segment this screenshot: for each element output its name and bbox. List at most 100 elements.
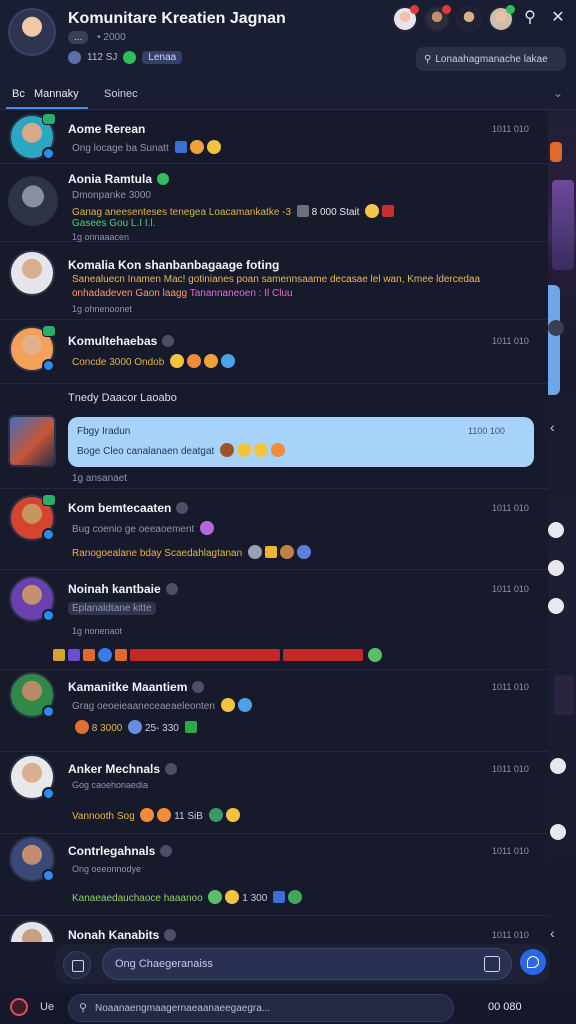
sender-name[interactable]: Komultehaebas: [68, 334, 175, 348]
sender-name[interactable]: Contrlegahnals: [68, 844, 173, 858]
avatar[interactable]: [9, 113, 56, 160]
group-avatar[interactable]: [8, 8, 56, 56]
emoji-icon: [140, 808, 155, 822]
side-thumb: [552, 180, 574, 270]
side-icon[interactable]: [550, 824, 566, 840]
search-icon[interactable]: ⚲: [520, 8, 540, 28]
search-icon: ⚲: [79, 1002, 88, 1014]
message-time: 1011 010: [492, 584, 529, 594]
emoji-icon: [237, 698, 252, 712]
highlight-bar: [282, 649, 363, 661]
meta-row: 112 SJ Lenaa: [68, 51, 183, 64]
image-icon: [296, 205, 309, 217]
message-item[interactable]: Nonah Kanabits 1011 010: [0, 916, 548, 942]
group-tag[interactable]: Lenaa: [142, 51, 183, 64]
avatar[interactable]: [9, 672, 55, 718]
chevron-left-icon[interactable]: ‹: [550, 925, 555, 941]
message-meta: 1g ansanaet: [72, 473, 128, 484]
emoji-icon: [204, 354, 219, 368]
message-time: 1011 010: [492, 124, 529, 134]
emoji-icon: [221, 354, 236, 368]
sender-name[interactable]: Nonah Kanabits: [68, 928, 177, 942]
tag-icon: [264, 546, 277, 558]
emoji-icon: [247, 545, 262, 559]
message-text: Ganag aneesenteses tenegea Loacamankatke…: [72, 204, 395, 218]
side-icon[interactable]: [548, 598, 564, 614]
chat-app: Komunitare Kreatien Jagnan ... • 2000 11…: [0, 0, 576, 1024]
tab-mannaky[interactable]: Bc Mannaky: [12, 88, 79, 100]
send-button[interactable]: [520, 949, 546, 975]
member-avatar[interactable]: [488, 5, 515, 32]
sender-name[interactable]: Komalia Kon shanbanbagaage foting: [68, 258, 279, 272]
app-icon[interactable]: [10, 998, 28, 1016]
sender-name[interactable]: Noinah kantbaie: [68, 582, 178, 596]
side-icon[interactable]: [548, 522, 564, 538]
group-title[interactable]: Komunitare Kreatien Jagnan: [68, 10, 286, 28]
tag-icon: [184, 721, 197, 733]
message-input[interactable]: [102, 948, 512, 980]
highlighted-message[interactable]: Fbgy Iradun 1100 100 Boge Cleo canalanae…: [68, 417, 534, 467]
member-avatar[interactable]: [392, 5, 419, 32]
avatar[interactable]: [9, 836, 55, 882]
message-text: Grag oeoeieaaneceaeaeleonten: [72, 698, 252, 712]
side-icon[interactable]: [548, 560, 564, 576]
emoji-icon: [128, 720, 143, 734]
subtitle-text: • 2000: [97, 32, 126, 43]
emoji-icon: [225, 808, 240, 822]
tab-label: Mannaky: [34, 88, 79, 100]
message-text: Sanealuecn Inamen Mac! gotinianes poan s…: [72, 274, 481, 285]
avatar[interactable]: [9, 920, 55, 942]
emoji-icon: [279, 545, 294, 559]
pinned-chip[interactable]: ⚲ Lonaahagmanache lakae: [416, 47, 566, 71]
message-item[interactable]: Noinah kantbaie 1011 010 Eplanaldtane ki…: [0, 570, 548, 670]
avatar[interactable]: [9, 494, 56, 541]
emoji-icon: [288, 890, 303, 904]
tag-icon: [68, 649, 80, 661]
sender-name[interactable]: Anker Mechnals: [68, 762, 178, 776]
avatar[interactable]: [8, 176, 58, 226]
member-avatar[interactable]: [424, 5, 451, 32]
members-icon: [68, 51, 81, 64]
message-time: 1011 010: [492, 503, 529, 513]
attach-button[interactable]: [63, 951, 91, 979]
sender-name[interactable]: Aome Rerean: [68, 122, 145, 136]
tag-icon: [115, 649, 127, 661]
member-avatar[interactable]: [456, 6, 482, 32]
sender-name[interactable]: Kamanitke Maantiem: [68, 680, 205, 694]
message-meta: 1g ohnenoonet: [72, 304, 133, 314]
tag-icon: [53, 649, 65, 661]
emoji-icon: [98, 648, 112, 662]
avatar[interactable]: [9, 325, 56, 372]
avatar[interactable]: [9, 754, 55, 800]
book-icon: [174, 141, 187, 153]
emoji-icon: [296, 545, 311, 559]
sender-name[interactable]: Kom bemtecaaten: [68, 501, 189, 515]
chevron-left-icon[interactable]: ‹: [550, 419, 555, 435]
message-item[interactable]: Anker Mechnals 1011 010 Gog caoehonaedia…: [0, 752, 548, 834]
sender-name[interactable]: Aonia Ramtula: [68, 172, 170, 186]
message-item[interactable]: Aonia Ramtula Dmonpanke 3000 Ganag anees…: [0, 164, 548, 242]
image-icon[interactable]: [484, 956, 500, 972]
side-icon[interactable]: [548, 320, 564, 336]
message-text: onhadadeven Gaon laagg Tanannaneoen : Il…: [72, 288, 293, 299]
tab-soinec[interactable]: Soinec: [104, 88, 138, 100]
message-item[interactable]: Kom bemtecaaten 1011 010 Bug coenio ge o…: [0, 488, 548, 570]
close-icon[interactable]: ✕: [548, 8, 568, 28]
side-icon[interactable]: [550, 758, 566, 774]
side-panel-preview: [548, 110, 576, 970]
message-text: Ranogoealane bday Scaedahlagtanan: [72, 545, 311, 559]
message-item[interactable]: Komalia Kon shanbanbagaage foting Saneal…: [0, 242, 548, 320]
message-item[interactable]: Contrlegahnals 1011 010 Ong oeeonnodye K…: [0, 834, 548, 916]
message-item[interactable]: Komultehaebas 1011 010 Concde 3000 Ondob: [0, 320, 548, 384]
avatar[interactable]: [8, 415, 56, 467]
bottom-search-input[interactable]: [68, 994, 454, 1022]
avatar[interactable]: [9, 250, 55, 296]
avatar[interactable]: [9, 576, 55, 622]
message-time: 1011 010: [492, 336, 529, 346]
chevron-down-icon[interactable]: ⌄: [553, 86, 563, 100]
highlight-bar: [129, 649, 280, 661]
message-item[interactable]: Aome Rerean 1011 010 Ong locage ba Sunat…: [0, 110, 548, 164]
emoji-icon: [200, 521, 215, 535]
message-item[interactable]: Kamanitke Maantiem 1011 010 Grag oeoeiea…: [0, 670, 548, 752]
side-thumb: [550, 142, 562, 162]
